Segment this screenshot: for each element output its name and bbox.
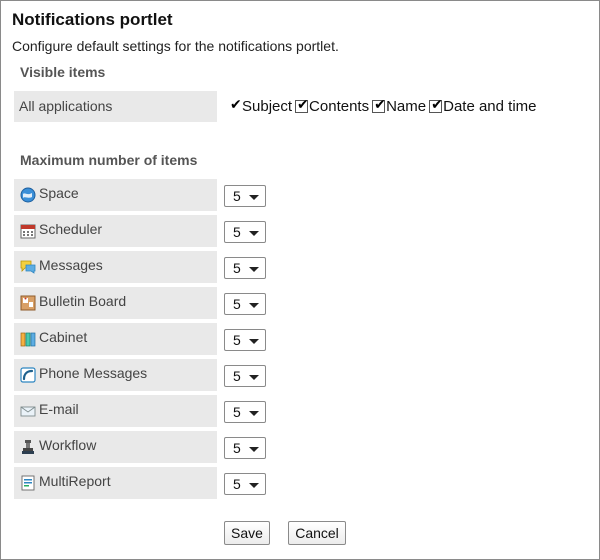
- checkbox-subject-box[interactable]: ✔: [228, 97, 242, 113]
- space-count-value: 5: [233, 188, 241, 204]
- messages-label: Messages: [39, 257, 103, 273]
- chevron-down-icon: [249, 339, 259, 344]
- scheduler-count-value: 5: [233, 224, 241, 240]
- multireport-count-select[interactable]: 5: [224, 473, 266, 495]
- max-items-row-bulletin-board: Bulletin Board: [14, 287, 217, 319]
- settings-panel: Notifications portlet Configure default …: [0, 0, 600, 560]
- all-applications-label: All applications: [14, 91, 217, 122]
- max-items-row-multireport: MultiReport: [14, 467, 217, 499]
- visible-items-checkboxes: ✔ Subject ✔ Contents ✔ Name ✔ Date and t…: [228, 97, 540, 115]
- chevron-down-icon: [249, 447, 259, 452]
- messages-count-select[interactable]: 5: [224, 257, 266, 279]
- bulletin-board-count-select[interactable]: 5: [224, 293, 266, 315]
- workflow-icon: [22, 440, 34, 454]
- max-items-row-messages: Messages: [14, 251, 217, 283]
- workflow-label: Workflow: [39, 437, 97, 453]
- chevron-down-icon: [249, 267, 259, 272]
- email-icon: [20, 406, 36, 417]
- phone-messages-icon: [20, 367, 36, 383]
- chevron-down-icon: [249, 411, 259, 416]
- cabinet-icon: [20, 332, 36, 347]
- max-items-row-phone-messages: Phone Messages: [14, 359, 217, 391]
- bulletin-board-count-value: 5: [233, 296, 241, 312]
- checkbox-name-box[interactable]: ✔: [372, 97, 386, 113]
- cabinet-count-value: 5: [233, 332, 241, 348]
- chevron-down-icon: [249, 483, 259, 488]
- workflow-count-select[interactable]: 5: [224, 437, 266, 459]
- checkbox-subject[interactable]: ✔ Subject: [228, 97, 293, 115]
- email-label: E-mail: [39, 401, 79, 417]
- workflow-count-value: 5: [233, 440, 241, 456]
- space-icon: [20, 187, 36, 203]
- email-count-select[interactable]: 5: [224, 401, 266, 423]
- phone-messages-count-value: 5: [233, 368, 241, 384]
- messages-icon: [20, 260, 36, 274]
- max-items-row-cabinet: Cabinet: [14, 323, 217, 355]
- max-items-row-space: Space: [14, 179, 217, 211]
- checkbox-subject-label: Subject: [242, 98, 293, 115]
- checkbox-name-label: Name: [386, 98, 427, 115]
- save-button[interactable]: Save: [224, 521, 270, 545]
- space-label: Space: [39, 185, 79, 201]
- phone-messages-label: Phone Messages: [39, 365, 148, 381]
- checkbox-date-and-time-box[interactable]: ✔: [429, 97, 443, 113]
- max-items-heading: Maximum number of items: [20, 152, 198, 168]
- page-title: Notifications portlet: [12, 10, 173, 29]
- checkbox-date-and-time[interactable]: ✔ Date and time: [429, 97, 537, 115]
- max-items-row-scheduler: Scheduler: [14, 215, 217, 247]
- cabinet-count-select[interactable]: 5: [224, 329, 266, 351]
- cancel-button[interactable]: Cancel: [288, 521, 346, 545]
- chevron-down-icon: [249, 231, 259, 236]
- space-count-select[interactable]: 5: [224, 185, 266, 207]
- cabinet-label: Cabinet: [39, 329, 88, 345]
- page-description: Configure default settings for the notif…: [12, 38, 339, 54]
- checkbox-contents-box[interactable]: ✔: [295, 97, 309, 113]
- scheduler-icon: [20, 224, 36, 239]
- max-items-row-workflow: Workflow: [14, 431, 217, 463]
- checkbox-date-and-time-label: Date and time: [443, 98, 537, 115]
- bulletin-board-icon: [20, 295, 36, 311]
- multireport-icon: [21, 475, 35, 491]
- chevron-down-icon: [249, 195, 259, 200]
- bulletin-board-label: Bulletin Board: [39, 293, 127, 309]
- phone-messages-count-select[interactable]: 5: [224, 365, 266, 387]
- checkbox-contents[interactable]: ✔ Contents: [295, 97, 370, 115]
- scheduler-count-select[interactable]: 5: [224, 221, 266, 243]
- multireport-count-value: 5: [233, 476, 241, 492]
- multireport-label: MultiReport: [39, 473, 111, 489]
- scheduler-label: Scheduler: [39, 221, 103, 237]
- email-count-value: 5: [233, 404, 241, 420]
- checkbox-name[interactable]: ✔ Name: [372, 97, 427, 115]
- max-items-row-email: E-mail: [14, 395, 217, 427]
- checkbox-contents-label: Contents: [309, 98, 370, 115]
- messages-count-value: 5: [233, 260, 241, 276]
- chevron-down-icon: [249, 375, 259, 380]
- visible-items-heading: Visible items: [20, 64, 106, 80]
- chevron-down-icon: [249, 303, 259, 308]
